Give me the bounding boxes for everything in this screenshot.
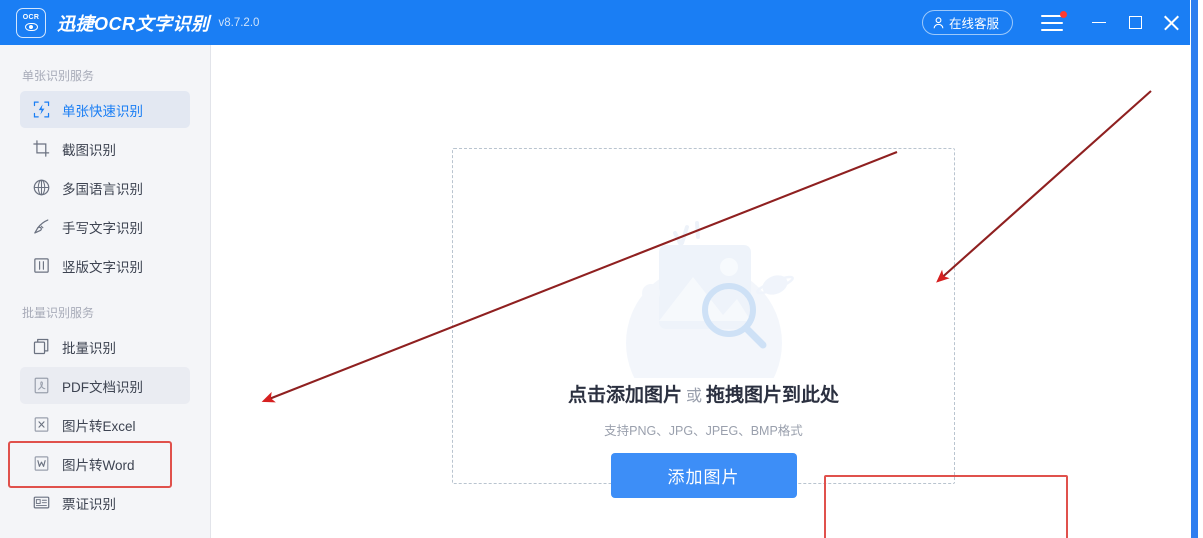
title-bar: OCR 迅捷OCR文字识别 v8.7.2.0 在线客服 xyxy=(0,0,1203,45)
add-image-button[interactable]: 添加图片 xyxy=(610,453,797,498)
logo-text: OCR xyxy=(22,14,40,21)
maximize-icon xyxy=(1128,16,1142,29)
online-support-button[interactable]: 在线客服 xyxy=(921,10,1013,35)
sidebar-item-multilang[interactable]: 多国语言识别 xyxy=(20,169,190,206)
supported-formats-text: 支持PNG、JPG、JPEG、BMP格式 xyxy=(604,424,803,438)
sidebar-item-label: 多国语言识别 xyxy=(62,181,143,197)
dropzone-headline: 点击添加图片或拖拽图片到此处 xyxy=(453,380,954,407)
image-dropzone[interactable]: 点击添加图片或拖拽图片到此处 支持PNG、JPG、JPEG、BMP格式 添加图片 xyxy=(452,148,1068,538)
notification-dot xyxy=(1060,10,1067,18)
sidebar-item-label: 批量识别 xyxy=(62,340,116,356)
sidebar-item-label: 截图识别 xyxy=(62,142,116,158)
pdf-icon xyxy=(34,377,49,394)
minimize-button[interactable] xyxy=(1081,0,1117,45)
sidebar-item-label: 手写文字识别 xyxy=(62,220,143,236)
main-content: 点击添加图片或拖拽图片到此处 支持PNG、JPG、JPEG、BMP格式 添加图片 xyxy=(212,45,1203,538)
online-support-label: 在线客服 xyxy=(948,17,999,31)
globe-icon xyxy=(33,179,50,196)
dropzone-headline-or: 或 xyxy=(685,388,702,405)
app-title: 迅捷OCR文字识别 xyxy=(57,13,210,34)
scrollbar-thumb[interactable] xyxy=(1191,0,1198,538)
eye-icon xyxy=(24,23,38,31)
close-icon xyxy=(1163,15,1179,31)
sidebar-item-image-to-excel[interactable]: 图片转Excel xyxy=(20,406,190,443)
sidebar-section-batch: 批量识别服务 xyxy=(22,306,95,320)
lightning-frame-icon xyxy=(33,101,50,118)
sidebar-item-invoice[interactable]: 票证识别 xyxy=(20,484,190,521)
sidebar-item-handwriting[interactable]: 手写文字识别 xyxy=(20,208,190,245)
sidebar: 单张识别服务 单张快速识别 截图识别 多国语言识别 手写文字识别 竖版文字识别 … xyxy=(0,45,211,538)
app-logo: OCR xyxy=(16,7,46,38)
sidebar-item-image-to-word[interactable]: 图片转Word xyxy=(8,441,190,488)
titlebar-controls: 在线客服 xyxy=(921,0,1203,45)
sidebar-section-single: 单张识别服务 xyxy=(22,69,95,83)
crop-icon xyxy=(33,140,50,157)
maximize-button[interactable] xyxy=(1117,0,1153,45)
sidebar-item-batch[interactable]: 批量识别 xyxy=(20,328,190,365)
dropzone-headline-prefix: 点击添加图片 xyxy=(567,385,682,406)
sidebar-item-label: PDF文档识别 xyxy=(62,379,143,395)
dropzone-headline-suffix: 拖拽图片到此处 xyxy=(706,385,840,406)
page-scrollbar[interactable] xyxy=(1190,0,1203,538)
sidebar-item-screenshot[interactable]: 截图识别 xyxy=(20,130,190,167)
sidebar-item-single-quick[interactable]: 单张快速识别 xyxy=(20,91,190,128)
sidebar-item-vertical-text[interactable]: 竖版文字识别 xyxy=(20,247,190,284)
minimize-icon xyxy=(1092,21,1106,24)
vertical-bars-icon xyxy=(34,258,49,273)
sidebar-item-label: 单张快速识别 xyxy=(62,103,143,119)
pen-icon xyxy=(34,219,49,234)
image-search-illustration xyxy=(625,221,794,378)
sidebar-item-label: 竖版文字识别 xyxy=(62,259,143,275)
sidebar-item-label: 图片转Excel xyxy=(62,418,136,434)
excel-icon xyxy=(34,417,49,432)
sidebar-item-pdf[interactable]: PDF文档识别 xyxy=(20,367,190,404)
person-icon xyxy=(933,16,944,28)
stacked-squares-icon xyxy=(33,338,49,355)
word-icon xyxy=(34,456,49,471)
add-button-highlight-box xyxy=(824,475,1068,538)
id-card-icon xyxy=(33,496,50,509)
hamburger-menu-icon[interactable] xyxy=(1041,10,1067,31)
close-button[interactable] xyxy=(1153,0,1189,45)
sidebar-item-label: 票证识别 xyxy=(62,496,116,512)
app-version: v8.7.2.0 xyxy=(218,16,260,29)
app-window: OCR 迅捷OCR文字识别 v8.7.2.0 在线客服 单张识别服务 单张快速识… xyxy=(0,0,1203,538)
sidebar-item-label: 图片转Word xyxy=(62,457,135,473)
